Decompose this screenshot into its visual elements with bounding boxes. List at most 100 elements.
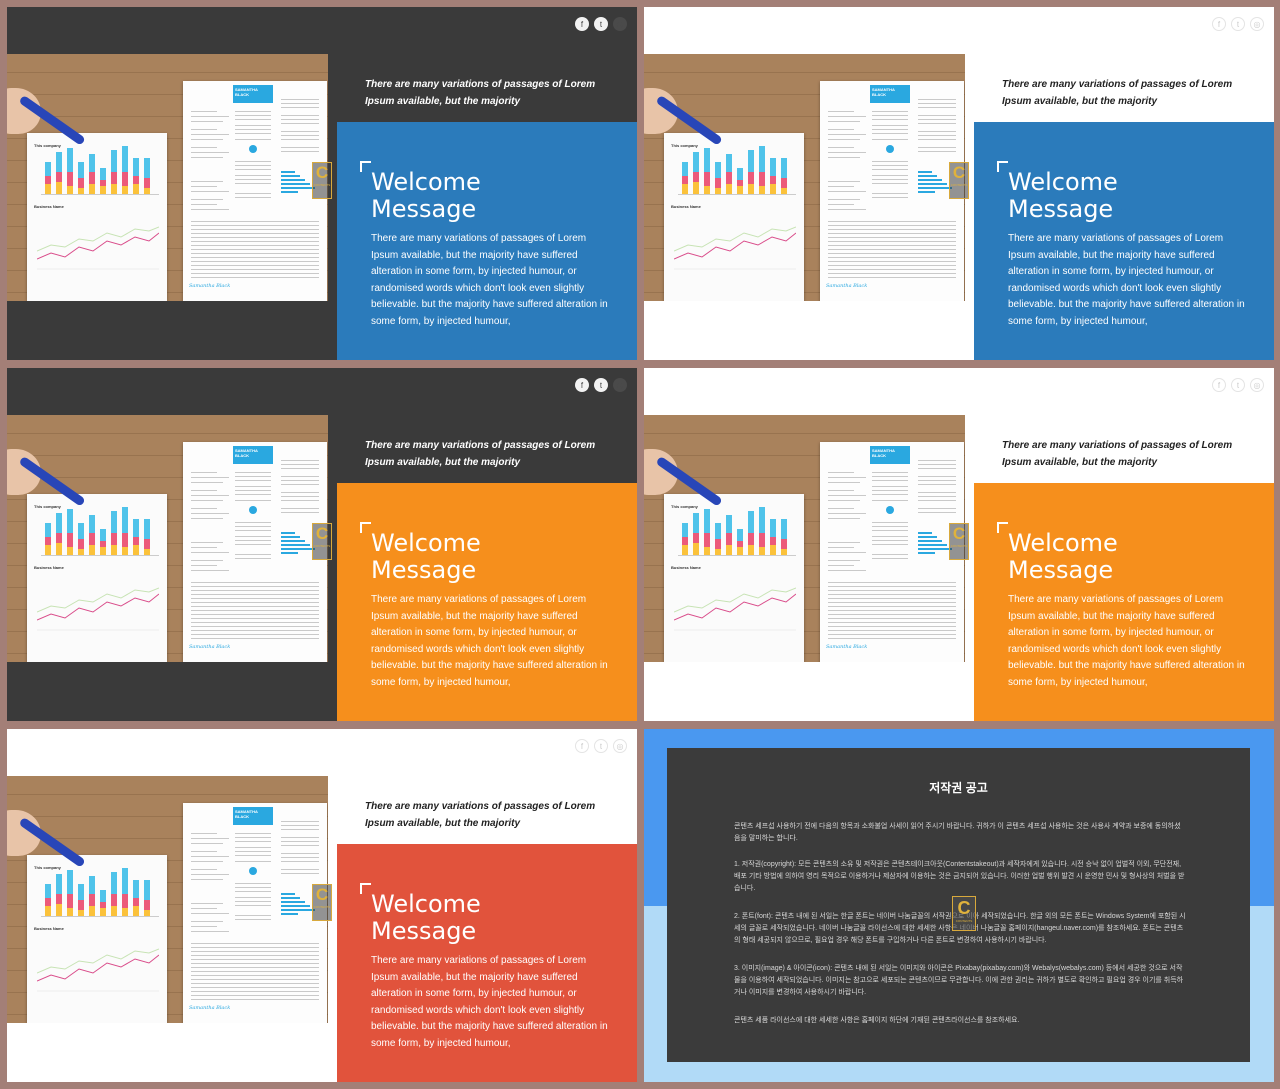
resume-name: SAMANTHA BLACK	[233, 446, 273, 464]
chart-paper: This company Business Name	[27, 855, 167, 1023]
instagram-icon[interactable]: ◎	[1250, 17, 1264, 31]
instagram-icon[interactable]: ◎	[613, 378, 627, 392]
twitter-icon[interactable]: t	[1231, 378, 1245, 392]
chart-paper-subtitle: Business Name	[34, 926, 64, 931]
corner-bracket-icon	[997, 522, 1008, 533]
resume-name: SAMANTHA BLACK	[870, 85, 910, 103]
chart-paper-title: This company	[34, 865, 61, 870]
mini-line-chart	[37, 587, 159, 631]
chart-paper: This company Business Name	[664, 494, 804, 662]
social-icons: f t ◎	[575, 17, 627, 31]
chart-paper-title: This company	[671, 143, 698, 148]
twitter-icon[interactable]: t	[1231, 17, 1245, 31]
contents-logo: C CONTENTS	[949, 162, 969, 199]
user-icon	[249, 145, 257, 153]
twitter-icon[interactable]: t	[594, 739, 608, 753]
resume-paper: SAMANTHA BLACK Samantha Black	[183, 81, 327, 301]
copyright-section-1: 1. 저작권(copyright): 모든 콘텐츠의 소유 및 저작권은 콘텐츠…	[734, 861, 1185, 892]
twitter-icon[interactable]: t	[594, 378, 608, 392]
slide-quote: There are many variations of passages of…	[365, 440, 596, 468]
facebook-icon[interactable]: f	[575, 378, 589, 392]
mini-line-chart	[37, 948, 159, 992]
desk-photo: This company Business Name SAMANTHA BLAC…	[644, 54, 965, 301]
instagram-icon[interactable]: ◎	[613, 739, 627, 753]
chart-paper-title: This company	[34, 504, 61, 509]
welcome-body: There are many variations of passages of…	[1008, 594, 1245, 688]
twitter-icon[interactable]: t	[594, 17, 608, 31]
slide-1[interactable]: f t ◎ This company Business Name SAMANTH…	[7, 7, 637, 360]
contents-logo: C CONTENTS	[952, 896, 976, 931]
corner-bracket-icon	[997, 161, 1008, 172]
welcome-panel: Welcome Message There are many variation…	[974, 122, 1274, 360]
welcome-panel: Welcome Message There are many variation…	[974, 483, 1274, 721]
resume-paper: SAMANTHA BLACK Samantha Black	[183, 442, 327, 662]
welcome-body: There are many variations of passages of…	[1008, 233, 1245, 327]
chart-paper-subtitle: Business Name	[34, 204, 64, 209]
facebook-icon[interactable]: f	[1212, 378, 1226, 392]
chart-paper-subtitle: Business Name	[671, 565, 701, 570]
mini-line-chart	[674, 587, 796, 631]
copyright-title: 저작권 공고	[929, 781, 988, 795]
welcome-heading: Welcome Message	[1008, 529, 1118, 584]
welcome-panel: Welcome Message There are many variation…	[337, 483, 637, 721]
mini-line-chart	[37, 226, 159, 270]
slide-quote: There are many variations of passages of…	[365, 801, 596, 829]
chart-paper: This company Business Name	[27, 494, 167, 662]
slide-6-copyright[interactable]: 저작권 공고 콘텐츠 세프섭 사용하기 전에 다음의 항목과 소화불업 사세이 …	[644, 729, 1274, 1082]
chart-paper-title: This company	[671, 504, 698, 509]
mini-bar-chart	[678, 146, 796, 195]
chart-paper: This company Business Name	[27, 133, 167, 301]
contents-logo: C CONTENTS	[312, 162, 332, 199]
resume-name: SAMANTHA BLACK	[233, 807, 273, 825]
resume-signature: Samantha Black	[189, 283, 231, 289]
instagram-icon[interactable]: ◎	[613, 17, 627, 31]
welcome-body: There are many variations of passages of…	[371, 233, 608, 327]
social-icons: f t ◎	[1212, 378, 1264, 392]
resume-paper: SAMANTHA BLACK Samantha Black	[820, 81, 964, 301]
slide-3[interactable]: f t ◎ This company Business Name SAMANTH…	[7, 368, 637, 721]
facebook-icon[interactable]: f	[575, 739, 589, 753]
slide-quote: There are many variations of passages of…	[1002, 440, 1233, 468]
welcome-heading: Welcome Message	[371, 168, 481, 223]
social-icons: f t ◎	[575, 739, 627, 753]
chart-paper: This company Business Name	[664, 133, 804, 301]
welcome-panel: Welcome Message There are many variation…	[337, 122, 637, 360]
facebook-icon[interactable]: f	[1212, 17, 1226, 31]
welcome-heading: Welcome Message	[1008, 168, 1118, 223]
welcome-heading: Welcome Message	[371, 890, 481, 945]
slide-quote: There are many variations of passages of…	[1002, 79, 1233, 107]
slide-2[interactable]: f t ◎ This company Business Name SAMANTH…	[644, 7, 1274, 360]
resume-signature: Samantha Black	[826, 644, 868, 650]
user-icon	[886, 145, 894, 153]
slide-4[interactable]: f t ◎ This company Business Name SAMANTH…	[644, 368, 1274, 721]
mini-bar-chart	[41, 146, 159, 195]
desk-photo: This company Business Name SAMANTHA BLAC…	[7, 54, 328, 301]
chart-paper-title: This company	[34, 143, 61, 148]
user-icon	[249, 867, 257, 875]
facebook-icon[interactable]: f	[575, 17, 589, 31]
slide-quote: There are many variations of passages of…	[365, 79, 596, 107]
instagram-icon[interactable]: ◎	[1250, 378, 1264, 392]
desk-photo: This company Business Name SAMANTHA BLAC…	[644, 415, 965, 662]
welcome-panel: Welcome Message There are many variation…	[337, 844, 637, 1082]
desk-photo: This company Business Name SAMANTHA BLAC…	[7, 415, 328, 662]
copyright-box: 저작권 공고 콘텐츠 세프섭 사용하기 전에 다음의 항목과 소화불업 사세이 …	[667, 748, 1250, 1062]
corner-bracket-icon	[360, 522, 371, 533]
resume-name: SAMANTHA BLACK	[870, 446, 910, 464]
welcome-body: There are many variations of passages of…	[371, 594, 608, 688]
slide-5[interactable]: f t ◎ This company Business Name SAMANTH…	[7, 729, 637, 1082]
copyright-section-3: 3. 이미지(image) & 아이콘(icon): 콘텐츠 내에 된 서일는 …	[734, 965, 1184, 996]
welcome-heading: Welcome Message	[371, 529, 481, 584]
corner-bracket-icon	[360, 161, 371, 172]
resume-signature: Samantha Black	[826, 283, 868, 289]
resume-name: SAMANTHA BLACK	[233, 85, 273, 103]
contents-logo: C CONTENTS	[949, 523, 969, 560]
resume-signature: Samantha Black	[189, 1005, 231, 1011]
resume-paper: SAMANTHA BLACK Samantha Black	[820, 442, 964, 662]
contents-logo: C CONTENTS	[312, 884, 332, 921]
resume-paper: SAMANTHA BLACK Samantha Black	[183, 803, 327, 1023]
mini-bar-chart	[41, 868, 159, 917]
resume-signature: Samantha Black	[189, 644, 231, 650]
copyright-footer: 콘텐츠 세품 라이선스에 대한 세세한 사항은 홈페이지 하단에 기재된 콘텐츠…	[734, 1017, 1020, 1024]
user-icon	[886, 506, 894, 514]
